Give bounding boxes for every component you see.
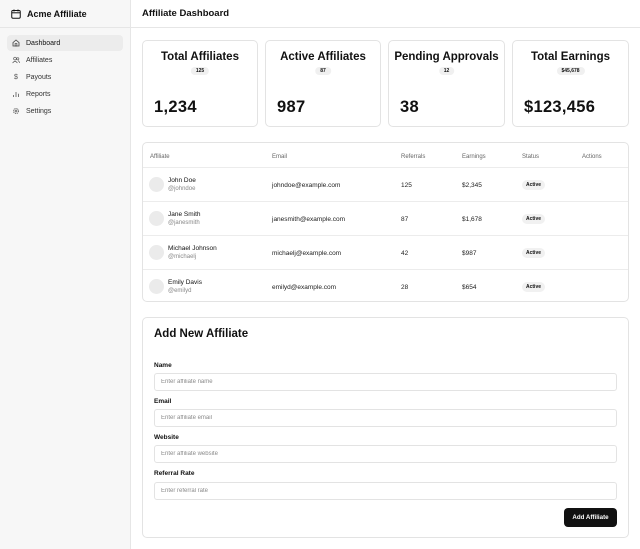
brand[interactable]: Acme Affiliate — [0, 0, 130, 28]
stat-badge: 87 — [315, 67, 331, 75]
users-icon — [12, 56, 20, 64]
sidebar-item-settings[interactable]: Settings — [7, 103, 123, 119]
sidebar-item-label: Affiliates — [26, 56, 53, 64]
table-row[interactable]: Jane Smith @janesmith janesmith@example.… — [143, 201, 628, 235]
stat-title: Pending Approvals — [394, 51, 499, 63]
affiliates-table: Affiliate Email Referrals Earnings Statu… — [142, 142, 629, 302]
email-label: Email — [154, 398, 172, 405]
status-badge: Active — [522, 248, 546, 258]
affiliate-email: michaelj@example.com — [272, 250, 342, 257]
email-input[interactable] — [154, 409, 617, 427]
stat-value: 38 — [400, 98, 419, 116]
page-header: Affiliate Dashboard — [131, 0, 640, 28]
stat-value: 1,234 — [154, 98, 197, 116]
table-row[interactable]: John Doe @johndoe johndoe@example.com 12… — [143, 167, 628, 201]
status-badge: Active — [522, 180, 546, 190]
home-icon — [12, 39, 20, 47]
add-affiliate-form: Add New Affiliate Name Email Website Ref… — [142, 317, 629, 538]
name-input[interactable] — [154, 373, 617, 391]
affiliate-name: Michael Johnson — [168, 245, 217, 252]
affiliate-name: John Doe — [168, 177, 196, 184]
dollar-icon: $ — [14, 73, 18, 81]
website-label: Website — [154, 434, 179, 441]
affiliate-referrals: 42 — [401, 250, 409, 257]
affiliate-earnings: $2,345 — [462, 182, 482, 189]
column-header-earnings[interactable]: Earnings — [462, 154, 486, 160]
affiliate-email: janesmith@example.com — [272, 216, 346, 223]
website-input[interactable] — [154, 445, 617, 463]
sidebar-nav: Dashboard Affiliates $ Payouts Reports S… — [0, 28, 130, 119]
affiliate-name: Jane Smith — [168, 211, 201, 218]
stat-card-pending-approvals: Pending Approvals 12 38 — [388, 40, 505, 127]
status-badge: Active — [522, 282, 546, 292]
column-header-referrals[interactable]: Referrals — [401, 154, 425, 160]
affiliate-referrals: 125 — [401, 182, 412, 189]
gear-icon — [12, 107, 20, 115]
table-row[interactable]: Michael Johnson @michaelj michaelj@examp… — [143, 235, 628, 269]
affiliate-handle: @johndoe — [168, 186, 196, 192]
affiliate-earnings: $654 — [462, 284, 477, 291]
stat-badge: 12 — [438, 67, 455, 75]
sidebar: Acme Affiliate Dashboard Affiliates $ Pa… — [0, 0, 131, 549]
stat-title: Total Affiliates — [161, 51, 239, 63]
affiliate-name: Emily Davis — [168, 279, 202, 286]
stat-card-active-affiliates: Active Affiliates 87 987 — [265, 40, 381, 127]
calendar-icon — [11, 9, 21, 19]
affiliate-referrals: 28 — [401, 284, 409, 291]
affiliate-handle: @michaelj — [168, 254, 197, 260]
table-row[interactable]: Emily Davis @emilyd emilyd@example.com 2… — [143, 269, 628, 303]
brand-name: Acme Affiliate — [27, 8, 87, 19]
referral-rate-input[interactable] — [154, 482, 617, 500]
affiliate-email: johndoe@example.com — [272, 182, 341, 189]
sidebar-item-reports[interactable]: Reports — [7, 86, 123, 102]
affiliate-earnings: $1,678 — [462, 216, 482, 223]
bar-chart-icon — [12, 90, 20, 98]
column-header-affiliate[interactable]: Affiliate — [150, 154, 170, 160]
sidebar-item-dashboard[interactable]: Dashboard — [7, 35, 123, 51]
form-title: Add New Affiliate — [154, 328, 249, 340]
stat-card-total-affiliates: Total Affiliates 125 1,234 — [142, 40, 258, 127]
avatar — [149, 177, 164, 192]
stat-card-total-earnings: Total Earnings $45,678 $123,456 — [512, 40, 629, 127]
name-label: Name — [154, 362, 172, 369]
stat-title: Active Affiliates — [280, 51, 366, 63]
add-affiliate-button[interactable]: Add Affiliate — [564, 508, 617, 527]
column-header-actions[interactable]: Actions — [582, 154, 602, 160]
sidebar-item-label: Dashboard — [26, 39, 61, 47]
affiliate-email: emilyd@example.com — [272, 284, 337, 291]
affiliate-referrals: 87 — [401, 216, 409, 223]
stat-value: $123,456 — [524, 98, 596, 116]
avatar — [149, 245, 164, 260]
status-badge: Active — [522, 214, 546, 224]
stat-value: 987 — [277, 98, 306, 116]
sidebar-item-label: Payouts — [26, 73, 52, 81]
sidebar-item-payouts[interactable]: $ Payouts — [7, 69, 123, 85]
stat-badge: $45,678 — [556, 67, 585, 75]
affiliate-handle: @emilyd — [168, 288, 192, 294]
sidebar-item-label: Settings — [26, 107, 52, 115]
sidebar-item-affiliates[interactable]: Affiliates — [7, 52, 123, 68]
column-header-email[interactable]: Email — [272, 154, 287, 160]
page-title: Affiliate Dashboard — [142, 8, 230, 19]
stat-badge: 125 — [190, 67, 210, 75]
stat-title: Total Earnings — [530, 51, 611, 63]
column-header-status[interactable]: Status — [522, 154, 539, 160]
avatar — [149, 279, 164, 294]
affiliate-handle: @janesmith — [168, 220, 200, 226]
avatar — [149, 211, 164, 226]
affiliate-earnings: $987 — [462, 250, 477, 257]
sidebar-item-label: Reports — [26, 90, 51, 98]
referral-rate-label: Referral Rate — [154, 470, 195, 477]
